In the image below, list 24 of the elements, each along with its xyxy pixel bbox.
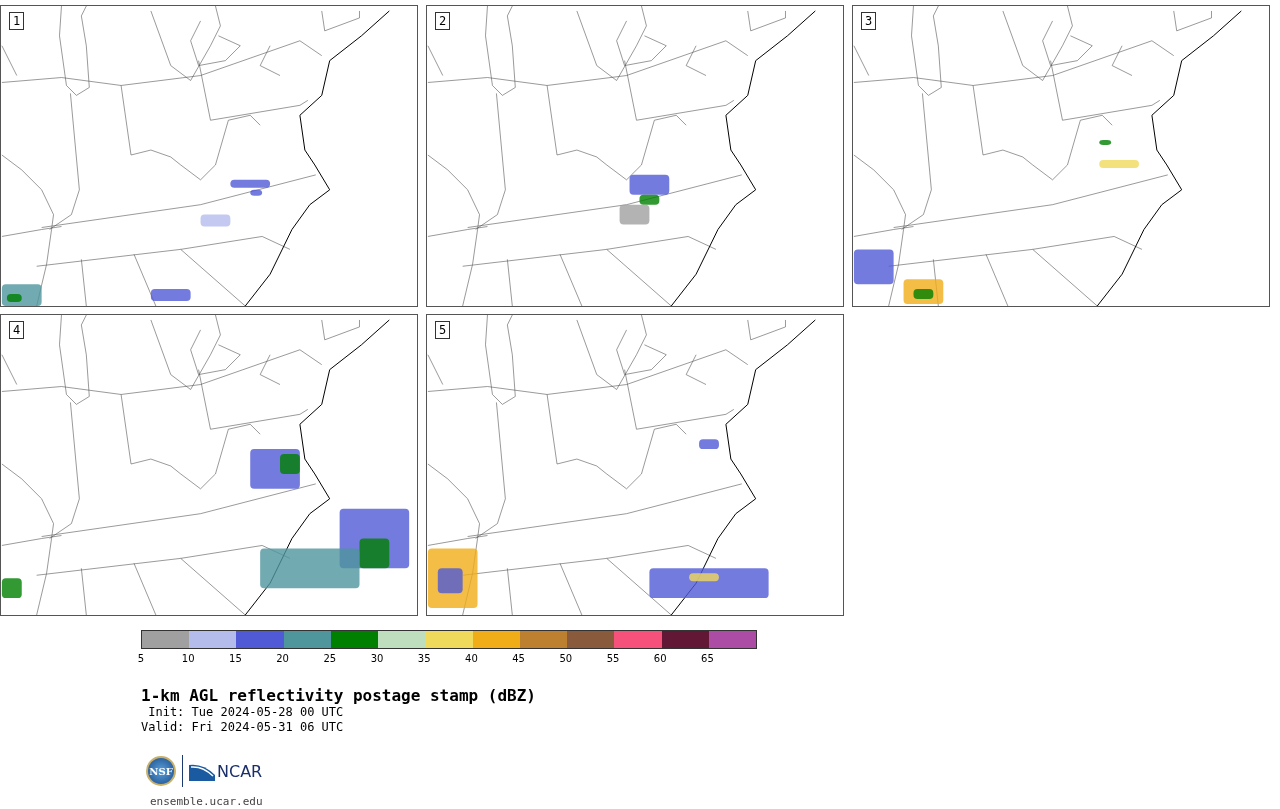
tick-label: 40 xyxy=(465,653,478,664)
panel-number: 3 xyxy=(861,12,877,30)
tick-label: 15 xyxy=(229,653,242,664)
tick-label: 50 xyxy=(559,653,573,664)
panel-number: 1 xyxy=(9,12,25,30)
tick-label: 25 xyxy=(323,653,337,664)
tick-label: 45 xyxy=(512,653,525,664)
tick-label: 20 xyxy=(276,653,289,664)
tick-label: 30 xyxy=(370,653,384,664)
nsf-logo: NSF xyxy=(146,756,176,786)
valid-time: Valid: Fri 2024-05-31 06 UTC xyxy=(141,720,345,735)
chart-title: 1-km AGL reflectivity postage stamp (dBZ) xyxy=(141,686,537,705)
tick-label: 35 xyxy=(417,653,431,664)
tick-label: 10 xyxy=(181,653,195,664)
ncar-logo: NCAR xyxy=(217,761,263,781)
tick-label: 65 xyxy=(701,653,714,664)
tick-label: 60 xyxy=(653,653,667,664)
tick-label: 55 xyxy=(606,653,620,664)
tick-label: 5 xyxy=(137,653,145,664)
panel-number: 2 xyxy=(435,12,451,30)
site-url: ensemble.ucar.edu xyxy=(150,795,264,808)
init-time: Init: Tue 2024-05-28 00 UTC xyxy=(147,705,345,720)
panel-number: 5 xyxy=(435,321,451,339)
panel-number: 4 xyxy=(9,321,25,339)
